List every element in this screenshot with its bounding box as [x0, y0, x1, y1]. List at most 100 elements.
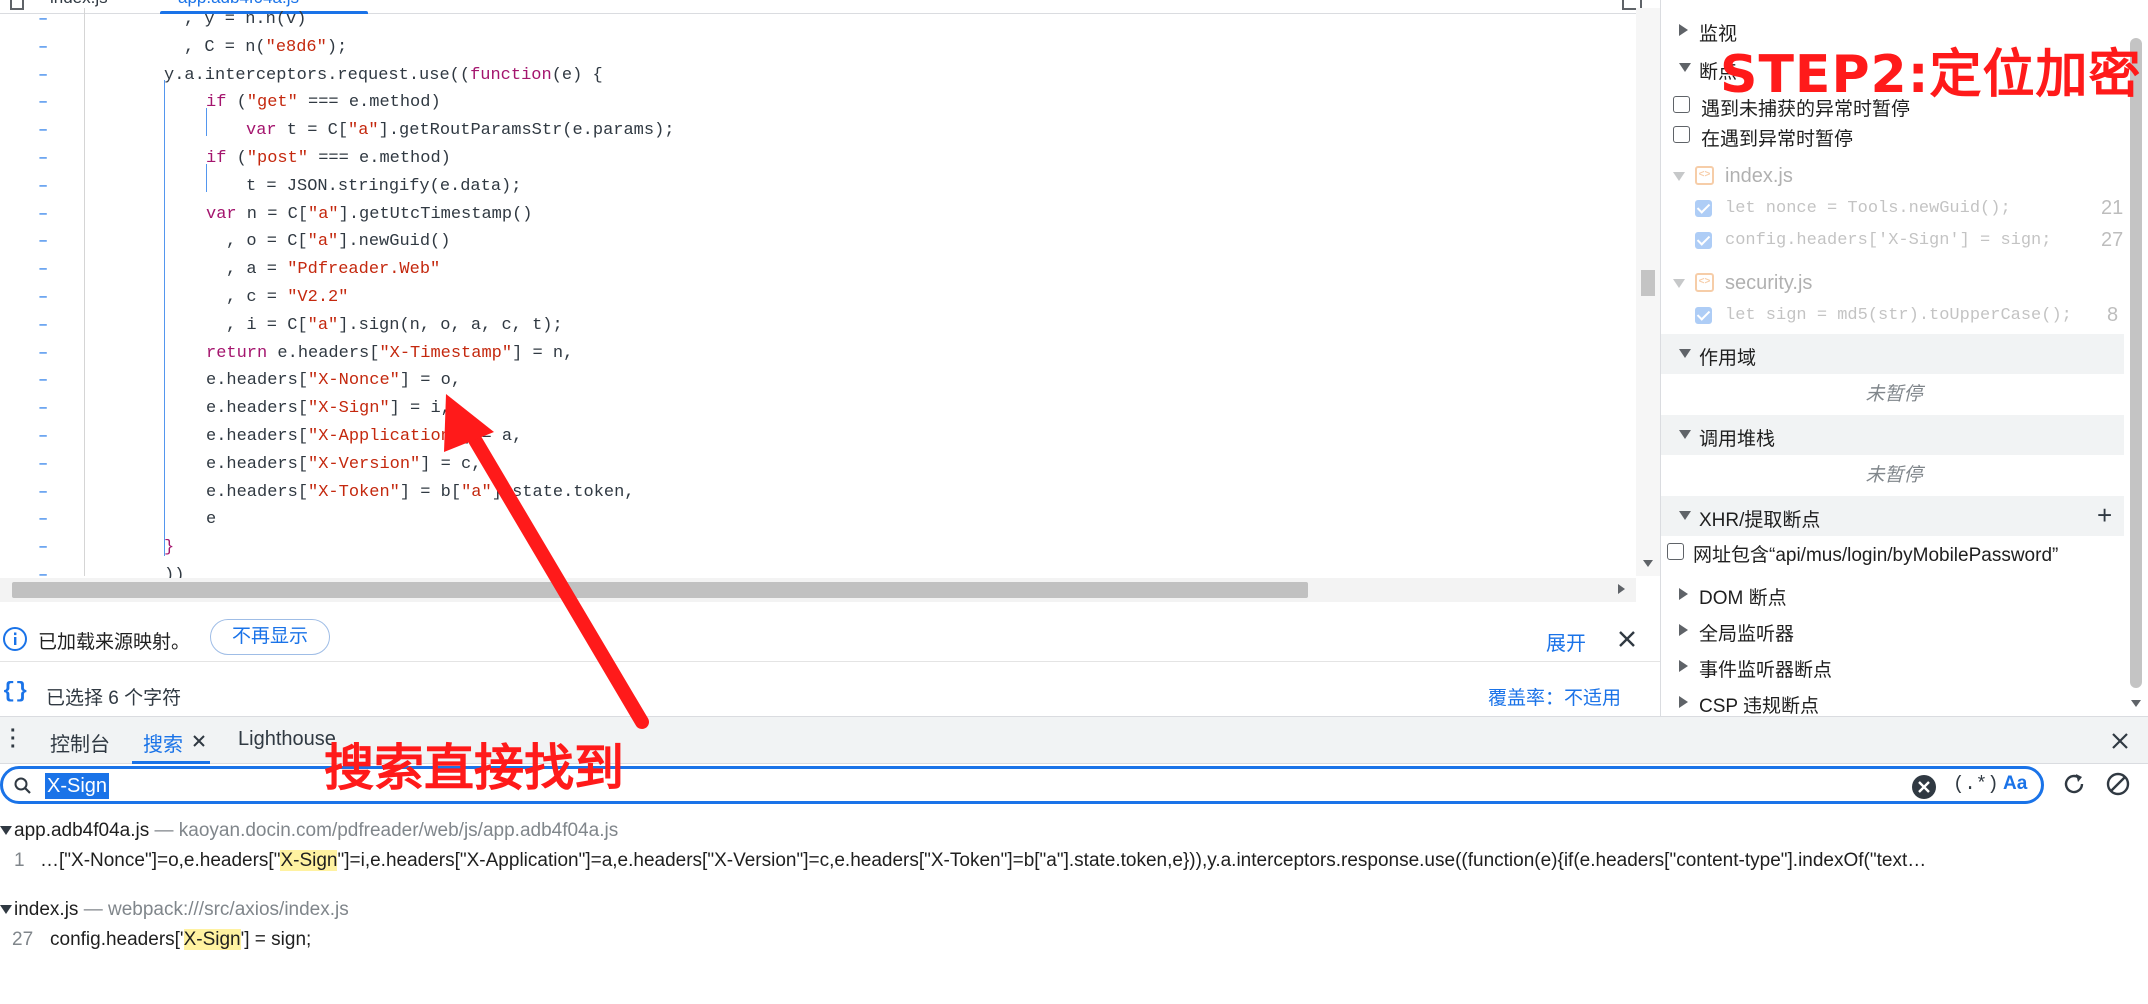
code-line[interactable]: – , a = "Pdfreader.Web" — [0, 256, 1636, 284]
refresh-icon[interactable] — [2060, 770, 2088, 798]
clear-results-icon[interactable] — [2104, 770, 2132, 798]
breakpoint-checkbox[interactable] — [1695, 200, 1712, 217]
editor-horizontal-scroll-thumb[interactable] — [12, 582, 1308, 598]
event-listener-breakpoints-section-header[interactable]: 事件监听器断点 — [1661, 646, 2127, 686]
code-line[interactable]: – , C = n("e8d6"); — [0, 34, 1636, 62]
editor-vertical-scrollbar[interactable] — [1636, 8, 1660, 576]
dom-breakpoints-section-header[interactable]: DOM 断点 — [1661, 574, 2127, 614]
line-gutter-marker[interactable]: – — [38, 6, 48, 34]
close-infobar-icon[interactable] — [1618, 630, 1636, 648]
xhr-breakpoint-url[interactable]: 网址包含“api/mus/login/byMobilePassword” — [1693, 540, 2058, 567]
line-gutter-marker[interactable]: – — [38, 506, 48, 534]
file-collapse-icon[interactable] — [1673, 172, 1685, 181]
sidebar-scroll-thumb[interactable] — [2130, 38, 2142, 688]
line-gutter-marker[interactable]: – — [38, 479, 48, 507]
code-text: , o = C["a"].newGuid() — [226, 232, 451, 252]
bp-file-name[interactable]: security.js — [1725, 272, 1812, 295]
code-line[interactable]: – , i = C["a"].sign(n, o, a, c, t); — [0, 312, 1636, 340]
tab-search[interactable]: 搜索 — [143, 728, 183, 757]
result-file-path: kaoyan.docin.com/pdfreader/web/js/app.ad… — [178, 820, 619, 841]
coverage-status[interactable]: 覆盖率：不适用 — [1488, 683, 1621, 710]
call-stack-section-header[interactable]: 调用堆栈 — [1661, 415, 2127, 455]
line-gutter-marker[interactable]: – — [38, 256, 48, 284]
breakpoint-code[interactable]: let sign = md5(str).toUpperCase(); — [1725, 306, 2072, 325]
source-editor[interactable]: index.js app.adb4f04a.js –, y = n.n(v)–,… — [0, 0, 1660, 602]
line-gutter-marker[interactable]: – — [38, 89, 48, 117]
breakpoint-checkbox[interactable] — [1695, 307, 1712, 324]
scroll-right-arrow-icon[interactable] — [1618, 584, 1625, 594]
breakpoint-code[interactable]: config.headers['X-Sign'] = sign; — [1725, 231, 2051, 250]
code-line[interactable]: – e.headers["X-Token"] = b["a"].state.tok… — [0, 479, 1636, 507]
line-gutter-marker[interactable]: – — [38, 145, 48, 173]
code-line[interactable]: –} — [0, 534, 1636, 562]
scroll-down-arrow-icon[interactable] — [2131, 700, 2141, 707]
clear-search-icon[interactable] — [1911, 774, 1937, 800]
add-xhr-breakpoint-button[interactable]: + — [2097, 500, 2112, 531]
search-query-text[interactable]: X-Sign — [45, 773, 110, 799]
line-gutter-marker[interactable]: – — [38, 395, 48, 423]
code-line[interactable]: – if ("get" === e.method) — [0, 89, 1636, 117]
code-line[interactable]: – e.headers["X-Sign"] = i, — [0, 395, 1636, 423]
scroll-down-arrow-icon[interactable] — [1643, 560, 1653, 567]
code-line[interactable]: – e.headers["X-Version"] = c, — [0, 451, 1636, 479]
pause-caught-checkbox[interactable] — [1673, 126, 1690, 143]
regex-toggle[interactable]: (.*) — [1953, 773, 1999, 795]
sidebar-scrollbar[interactable] — [2124, 0, 2148, 716]
editor-vertical-scroll-thumb[interactable] — [1641, 270, 1655, 296]
search-input[interactable]: X-Sign (.*) Aa — [0, 766, 2044, 804]
line-gutter-marker[interactable]: – — [38, 534, 48, 562]
pause-uncaught-checkbox[interactable] — [1673, 96, 1690, 113]
match-case-toggle[interactable]: Aa — [2003, 773, 2027, 795]
code-line[interactable]: – , c = "V2.2" — [0, 284, 1636, 312]
code-line[interactable]: – return e.headers["X-Timestamp"] = n, — [0, 340, 1636, 368]
line-gutter-marker[interactable]: – — [38, 284, 48, 312]
line-gutter-marker[interactable]: – — [38, 423, 48, 451]
code-line[interactable]: – y.a.interceptors.request.use((function(… — [0, 62, 1636, 90]
result-file-header[interactable]: app.adb4f04a.js — kaoyan.docin.com/pdfre… — [0, 820, 618, 842]
tab-console[interactable]: 控制台 — [50, 728, 110, 757]
code-line[interactable]: – e.headers["X-Application"] = a, — [0, 423, 1636, 451]
code-line[interactable]: – , y = n.n(v) — [0, 6, 1636, 34]
indent-guide — [84, 8, 85, 576]
line-gutter-marker[interactable]: – — [38, 228, 48, 256]
close-search-tab-icon[interactable] — [192, 734, 206, 748]
result-line[interactable]: config.headers['X-Sign'] = sign; — [50, 929, 311, 951]
drawer-tab-bar: · · · 控制台 搜索 Lighthouse — [0, 716, 2148, 764]
line-gutter-marker[interactable]: – — [38, 312, 48, 340]
code-line[interactable]: – var t = C["a"].getRoutParamsStr(e.param… — [0, 117, 1636, 145]
line-gutter-marker[interactable]: – — [38, 173, 48, 201]
code-text: e.headers["X-Application"] = a, — [206, 427, 523, 446]
line-gutter-marker[interactable]: – — [38, 340, 48, 368]
line-gutter-marker[interactable]: – — [38, 367, 48, 395]
xhr-breakpoint-checkbox[interactable] — [1667, 543, 1684, 560]
code-line[interactable]: – t = JSON.stringify(e.data); — [0, 173, 1636, 201]
xhr-breakpoints-section-header[interactable]: XHR/提取断点 + — [1661, 496, 2127, 536]
code-line[interactable]: – var n = C["a"].getUtcTimestamp() — [0, 201, 1636, 229]
editor-horizontal-scrollbar[interactable] — [0, 578, 1636, 602]
code-area[interactable]: – , y = n.n(v) – , C = n("e8d6"); – y.a.inter… — [0, 6, 1636, 585]
bp-file-name[interactable]: index.js — [1725, 165, 1793, 188]
expand-button[interactable]: 展开 — [1546, 627, 1586, 656]
global-listeners-section-header[interactable]: 全局监听器 — [1661, 610, 2127, 650]
scope-section-header[interactable]: 作用域 — [1661, 334, 2127, 374]
line-gutter-marker[interactable]: – — [38, 62, 48, 90]
line-gutter-marker[interactable]: – — [38, 117, 48, 145]
file-collapse-icon[interactable] — [1673, 279, 1685, 288]
breakpoint-checkbox[interactable] — [1695, 232, 1712, 249]
result-file-header[interactable]: index.js — webpack:///src/axios/index.js — [0, 899, 349, 921]
line-gutter-marker[interactable]: – — [38, 451, 48, 479]
tab-lighthouse[interactable]: Lighthouse — [238, 728, 336, 751]
result-line[interactable]: …["X-Nonce"]=o,e.headers["X-Sign"]=i,e.h… — [40, 850, 1926, 872]
drawer-menu-icon[interactable]: · · · — [10, 721, 17, 757]
line-gutter-marker[interactable]: – — [38, 34, 48, 62]
csp-breakpoints-section-header[interactable]: CSP 违规断点 — [1661, 682, 2127, 716]
code-line[interactable]: – e — [0, 506, 1636, 534]
close-drawer-icon[interactable] — [2111, 732, 2129, 750]
line-gutter-marker[interactable]: – — [38, 201, 48, 229]
breakpoint-code[interactable]: let nonce = Tools.newGuid(); — [1725, 199, 2011, 218]
code-line[interactable]: – , o = C["a"].newGuid() — [0, 228, 1636, 256]
pretty-print-icon[interactable]: {} — [2, 679, 28, 704]
dont-show-again-button[interactable]: 不再显示 — [210, 619, 330, 655]
code-line[interactable]: – e.headers["X-Nonce"] = o, — [0, 367, 1636, 395]
code-line[interactable]: – if ("post" === e.method) — [0, 145, 1636, 173]
